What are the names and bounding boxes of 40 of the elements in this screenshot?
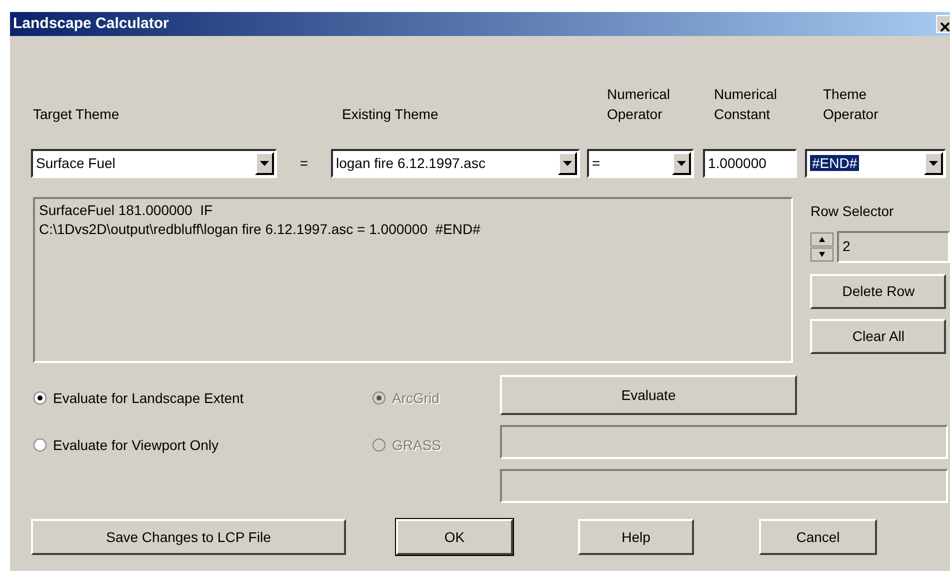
spinner-icon[interactable] — [810, 232, 834, 262]
output-field[interactable] — [500, 469, 948, 503]
dialog-button[interactable]: Save Changes to LCP File — [31, 519, 346, 555]
caret-icon — [677, 160, 686, 166]
caret-icon — [260, 160, 269, 166]
evaluate-button[interactable]: Evaluate — [500, 375, 797, 415]
equals-sign: = — [298, 154, 310, 172]
operator-dropdown[interactable]: = — [587, 148, 694, 178]
radio-icon[interactable] — [33, 438, 47, 452]
radio-icon[interactable] — [33, 391, 47, 405]
dialog-button[interactable]: OK — [396, 519, 513, 555]
row-selector-label: Row Selector — [810, 202, 895, 221]
radio-option: ArcGrid — [372, 386, 500, 410]
output-field[interactable] — [500, 425, 948, 459]
target-theme-dropdown[interactable]: Surface Fuel — [31, 148, 277, 178]
column-label: Target Theme — [33, 105, 120, 124]
dropdown-button[interactable] — [255, 152, 274, 174]
existing-theme-dropdown[interactable]: logan fire 6.12.1997.asc — [331, 148, 580, 178]
column-label: Numerical Operator — [607, 85, 672, 124]
clear-all-button[interactable]: Clear All — [810, 319, 946, 354]
expression-field[interactable]: SurfaceFuel 181.000000 IF C:\1Dvs2D\output\redbluff\logan fire 6.12.1997.asc = 1.000000 #END# — [33, 197, 794, 363]
caret-icon — [929, 160, 938, 166]
close-icon[interactable] — [936, 15, 950, 33]
dropdown-button[interactable] — [924, 152, 943, 174]
column-label: Numerical Constant — [714, 85, 778, 124]
constant-field[interactable]: 1.000000 — [703, 148, 797, 178]
row-number-field[interactable]: 2 — [837, 231, 950, 263]
radio-option: GRASS — [372, 433, 500, 457]
theme-operator-dropdown[interactable]: #END# — [805, 148, 946, 178]
dialog-button[interactable]: Cancel — [759, 519, 877, 555]
window-title: Landscape Calculator — [13, 14, 169, 34]
column-label: Theme Operator — [823, 85, 880, 124]
column-label: Existing Theme — [342, 105, 440, 124]
radio-option[interactable]: Evaluate for Landscape Extent — [33, 386, 372, 410]
dropdown-button[interactable] — [558, 152, 577, 174]
radio-option[interactable]: Evaluate for Viewport Only — [33, 433, 372, 457]
dialog-button[interactable]: Help — [578, 519, 694, 555]
dropdown-button[interactable] — [672, 152, 691, 174]
caret-icon — [563, 160, 572, 166]
delete-row-button[interactable]: Delete Row — [810, 274, 946, 309]
